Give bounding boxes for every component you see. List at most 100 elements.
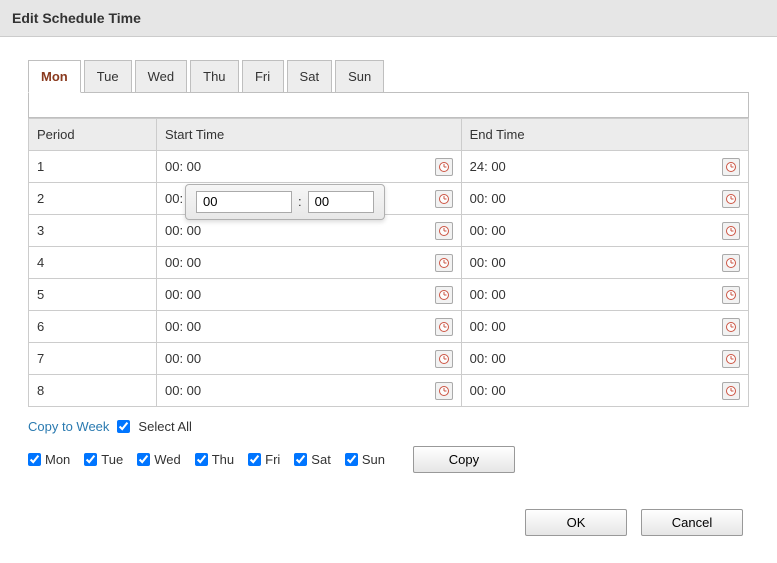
clock-icon[interactable]	[722, 222, 740, 240]
end-time-cell: 00: 00	[461, 247, 748, 279]
start-time-cell: 00: 00	[157, 311, 462, 343]
start-time-cell: 00: 00:	[157, 183, 462, 215]
copy-to-week-link[interactable]: Copy to Week	[28, 419, 109, 434]
clock-icon[interactable]	[435, 158, 453, 176]
start-time-cell: 00: 00	[157, 151, 462, 183]
start-time-cell: 00: 00	[157, 343, 462, 375]
day-checkbox-input[interactable]	[84, 453, 97, 466]
header-start-time: Start Time	[157, 119, 462, 151]
select-all-checkbox[interactable]	[117, 420, 130, 433]
end-time-value: 00: 00	[470, 287, 506, 302]
end-time-value: 00: 00	[470, 383, 506, 398]
clock-icon[interactable]	[435, 254, 453, 272]
day-checkbox-input[interactable]	[195, 453, 208, 466]
clock-icon[interactable]	[435, 286, 453, 304]
period-cell: 3	[29, 215, 157, 247]
day-checkbox-wed[interactable]: Wed	[137, 452, 181, 467]
clock-icon[interactable]	[722, 286, 740, 304]
end-time-cell: 00: 00	[461, 279, 748, 311]
tab-tue[interactable]: Tue	[84, 60, 132, 93]
clock-icon[interactable]	[722, 350, 740, 368]
clock-icon[interactable]	[722, 254, 740, 272]
table-header-row: Period Start Time End Time	[29, 119, 749, 151]
time-minute-input[interactable]	[308, 191, 374, 213]
tab-sat[interactable]: Sat	[287, 60, 333, 93]
end-time-value: 00: 00	[470, 319, 506, 334]
start-time-value: 00: 00	[165, 223, 201, 238]
clock-icon[interactable]	[435, 318, 453, 336]
schedule-table: Period Start Time End Time 100: 0024: 00…	[28, 118, 749, 407]
clock-icon[interactable]	[435, 382, 453, 400]
table-row: 100: 0024: 00	[29, 151, 749, 183]
start-time-cell: 00: 00	[157, 375, 462, 407]
start-time-value: 00: 00	[165, 319, 201, 334]
time-hour-input[interactable]	[196, 191, 292, 213]
tab-mon[interactable]: Mon	[28, 60, 81, 93]
day-checkbox-label: Sun	[362, 452, 385, 467]
period-cell: 4	[29, 247, 157, 279]
day-checkbox-label: Sat	[311, 452, 331, 467]
header-end-time: End Time	[461, 119, 748, 151]
tab-fri[interactable]: Fri	[242, 60, 284, 93]
period-cell: 6	[29, 311, 157, 343]
end-time-cell: 00: 00	[461, 311, 748, 343]
cancel-button[interactable]: Cancel	[641, 509, 743, 536]
day-checkbox-input[interactable]	[294, 453, 307, 466]
copy-button[interactable]: Copy	[413, 446, 515, 473]
tab-panel-spacer	[28, 92, 749, 118]
end-time-value: 00: 00	[470, 351, 506, 366]
day-checkbox-input[interactable]	[345, 453, 358, 466]
day-checkbox-label: Thu	[212, 452, 234, 467]
clock-icon[interactable]	[722, 318, 740, 336]
day-checkbox-input[interactable]	[137, 453, 150, 466]
ok-button[interactable]: OK	[525, 509, 627, 536]
period-cell: 8	[29, 375, 157, 407]
select-all-label: Select All	[138, 419, 191, 434]
day-checkbox-input[interactable]	[248, 453, 261, 466]
dialog-footer: OK Cancel	[28, 509, 749, 536]
start-time-value: 00: 00	[165, 383, 201, 398]
day-checkbox-label: Mon	[45, 452, 70, 467]
start-time-cell: 00: 00	[157, 247, 462, 279]
clock-icon[interactable]	[435, 190, 453, 208]
clock-icon[interactable]	[722, 190, 740, 208]
day-checkbox-row: Mon Tue Wed Thu Fri Sat Sun Copy	[28, 446, 749, 473]
clock-icon[interactable]	[722, 382, 740, 400]
header-period: Period	[29, 119, 157, 151]
day-checkbox-label: Fri	[265, 452, 280, 467]
end-time-cell: 24: 00	[461, 151, 748, 183]
start-time-value: 00: 00	[165, 351, 201, 366]
start-time-cell: 00: 00	[157, 279, 462, 311]
clock-icon[interactable]	[435, 222, 453, 240]
day-checkbox-mon[interactable]: Mon	[28, 452, 70, 467]
start-time-value: 00: 00	[165, 287, 201, 302]
tab-thu[interactable]: Thu	[190, 60, 238, 93]
end-time-cell: 00: 00	[461, 375, 748, 407]
end-time-value: 24: 00	[470, 159, 506, 174]
period-cell: 5	[29, 279, 157, 311]
end-time-value: 00: 00	[470, 255, 506, 270]
copy-to-week-row: Copy to Week Select All	[28, 419, 749, 434]
end-time-value: 00: 00	[470, 223, 506, 238]
period-cell: 2	[29, 183, 157, 215]
period-cell: 7	[29, 343, 157, 375]
tab-sun[interactable]: Sun	[335, 60, 384, 93]
tab-wed[interactable]: Wed	[135, 60, 188, 93]
day-checkbox-tue[interactable]: Tue	[84, 452, 123, 467]
dialog-body: MonTueWedThuFriSatSun Period Start Time …	[0, 37, 777, 546]
table-row: 200: 00: 00: 00	[29, 183, 749, 215]
day-checkbox-sat[interactable]: Sat	[294, 452, 331, 467]
day-checkbox-input[interactable]	[28, 453, 41, 466]
clock-icon[interactable]	[722, 158, 740, 176]
start-time-value: 00: 00	[165, 159, 201, 174]
day-checkbox-fri[interactable]: Fri	[248, 452, 280, 467]
table-row: 5 00: 00 00: 00	[29, 279, 749, 311]
day-checkbox-label: Tue	[101, 452, 123, 467]
day-checkbox-thu[interactable]: Thu	[195, 452, 234, 467]
clock-icon[interactable]	[435, 350, 453, 368]
dialog-title: Edit Schedule Time	[0, 0, 777, 37]
end-time-value: 00: 00	[470, 191, 506, 206]
day-checkbox-sun[interactable]: Sun	[345, 452, 385, 467]
table-row: 400: 0000: 00	[29, 247, 749, 279]
end-time-cell: 00: 00	[461, 183, 748, 215]
